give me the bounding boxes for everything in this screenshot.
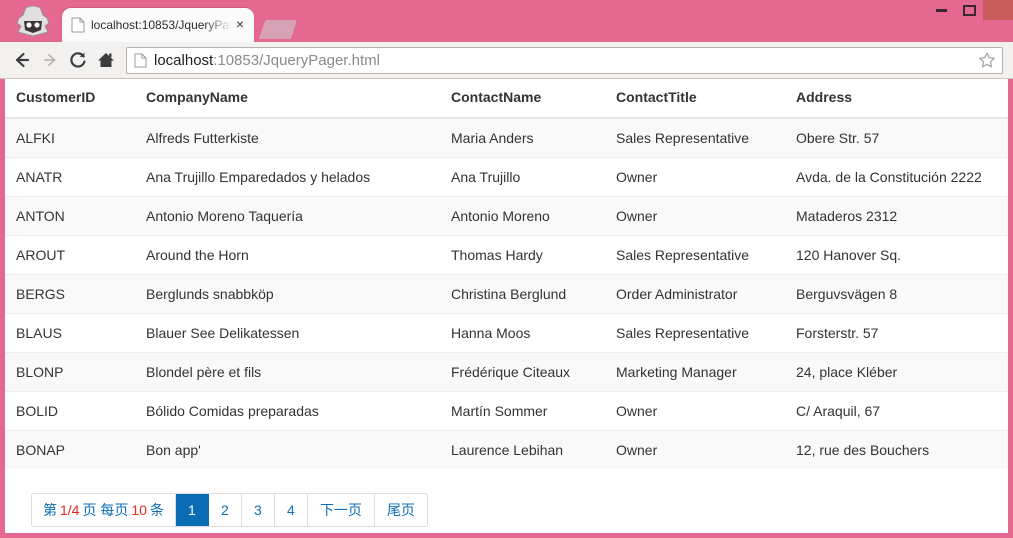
browser-window: localhost:10853/JqueryPag ×	[0, 0, 1013, 538]
forward-arrow-icon[interactable]	[36, 46, 64, 74]
cell-contacttitle: Owner	[605, 431, 785, 470]
cell-customerid: ANTON	[5, 197, 135, 236]
table-row: ALFKI Alfreds Futterkiste Maria Anders S…	[5, 118, 1008, 158]
cell-companyname: Berglunds snabbköp	[135, 275, 440, 314]
pagination-next-button[interactable]: 下一页	[308, 494, 375, 526]
column-header-contacttitle: ContactTitle	[605, 79, 785, 118]
maximize-icon[interactable]	[955, 0, 983, 20]
cell-companyname: Blauer See Delikatessen	[135, 314, 440, 353]
minimize-icon[interactable]	[927, 0, 955, 20]
cell-companyname: Ana Trujillo Emparedados y helados	[135, 158, 440, 197]
cell-address: Forsterstr. 57	[785, 314, 1008, 353]
cell-contacttitle: Owner	[605, 158, 785, 197]
window-controls	[927, 0, 1013, 20]
close-icon[interactable]	[983, 0, 1013, 20]
cell-contactname: Antonio Moreno	[440, 197, 605, 236]
cell-customerid: BONAP	[5, 431, 135, 470]
table-row: BOLID Bólido Comidas preparadas Martín S…	[5, 392, 1008, 431]
cell-companyname: Bólido Comidas preparadas	[135, 392, 440, 431]
page-icon	[134, 53, 147, 68]
cell-customerid: BOLID	[5, 392, 135, 431]
cell-address: C/ Araquil, 67	[785, 392, 1008, 431]
home-icon[interactable]	[92, 46, 120, 74]
back-arrow-icon[interactable]	[8, 46, 36, 74]
cell-customerid: ANATR	[5, 158, 135, 197]
reload-icon[interactable]	[64, 46, 92, 74]
table-row: BERGS Berglunds snabbköp Christina Bergl…	[5, 275, 1008, 314]
customers-table: CustomerID CompanyName ContactName Conta…	[5, 79, 1008, 469]
cell-contactname: Maria Anders	[440, 118, 605, 158]
cell-contacttitle: Sales Representative	[605, 118, 785, 158]
cell-contactname: Christina Berglund	[440, 275, 605, 314]
cell-contacttitle: Sales Representative	[605, 314, 785, 353]
pagination-info-suffix: 条	[150, 500, 164, 520]
pagination-page-4[interactable]: 4	[275, 494, 308, 526]
column-header-customerid: CustomerID	[5, 79, 135, 118]
table-row: BLONP Blondel père et fils Frédérique Ci…	[5, 353, 1008, 392]
cell-contactname: Laurence Lebihan	[440, 431, 605, 470]
table-row: ANATR Ana Trujillo Emparedados y helados…	[5, 158, 1008, 197]
cell-address: Avda. de la Constitución 2222	[785, 158, 1008, 197]
cell-companyname: Around the Horn	[135, 236, 440, 275]
star-icon[interactable]	[978, 51, 996, 69]
column-header-address: Address	[785, 79, 1008, 118]
table-row: BONAP Bon app' Laurence Lebihan Owner 12…	[5, 431, 1008, 470]
address-bar-text[interactable]: localhost:10853/JqueryPager.html	[154, 52, 978, 69]
cell-contactname: Ana Trujillo	[440, 158, 605, 197]
tab-title: localhost:10853/JqueryPag	[91, 18, 232, 32]
pagination-info: 第 1/4 页 每页 10 条	[32, 494, 176, 526]
browser-tab[interactable]: localhost:10853/JqueryPag ×	[62, 8, 254, 42]
column-header-companyname: CompanyName	[135, 79, 440, 118]
cell-address: 120 Hanover Sq.	[785, 236, 1008, 275]
cell-customerid: BERGS	[5, 275, 135, 314]
pagination: 第 1/4 页 每页 10 条 1 2 3 4 下一页 尾页	[31, 493, 428, 527]
pagination-page-1[interactable]: 1	[176, 494, 209, 526]
pagination-current-of-total: 1/4	[60, 502, 79, 518]
cell-address: Berguvsvägen 8	[785, 275, 1008, 314]
cell-customerid: ALFKI	[5, 118, 135, 158]
cell-customerid: AROUT	[5, 236, 135, 275]
cell-contacttitle: Marketing Manager	[605, 353, 785, 392]
cell-address: 12, rue des Bouchers	[785, 431, 1008, 470]
cell-contactname: Frédérique Citeaux	[440, 353, 605, 392]
cell-companyname: Blondel père et fils	[135, 353, 440, 392]
page-icon	[71, 17, 85, 33]
new-tab-button[interactable]	[259, 20, 297, 39]
cell-contactname: Martín Sommer	[440, 392, 605, 431]
cell-contacttitle: Order Administrator	[605, 275, 785, 314]
table-row: AROUT Around the Horn Thomas Hardy Sales…	[5, 236, 1008, 275]
pagination-page-2[interactable]: 2	[209, 494, 242, 526]
address-path: :10853/JqueryPager.html	[213, 52, 380, 69]
browser-toolbar: localhost:10853/JqueryPager.html	[0, 42, 1013, 79]
cell-companyname: Antonio Moreno Taquería	[135, 197, 440, 236]
cell-contacttitle: Sales Representative	[605, 236, 785, 275]
cell-contacttitle: Owner	[605, 392, 785, 431]
cell-customerid: BLONP	[5, 353, 135, 392]
cell-companyname: Alfreds Futterkiste	[135, 118, 440, 158]
pagination-last-button[interactable]: 尾页	[375, 494, 427, 526]
cell-contactname: Hanna Moos	[440, 314, 605, 353]
pagination-info-middle: 页 每页	[82, 500, 128, 520]
table-row: BLAUS Blauer See Delikatessen Hanna Moos…	[5, 314, 1008, 353]
address-host: localhost	[154, 52, 213, 69]
pagination-info-prefix: 第	[43, 500, 57, 520]
cell-customerid: BLAUS	[5, 314, 135, 353]
tab-strip: localhost:10853/JqueryPag ×	[0, 0, 1013, 42]
cell-contacttitle: Owner	[605, 197, 785, 236]
pagination-page-3[interactable]: 3	[242, 494, 275, 526]
cell-companyname: Bon app'	[135, 431, 440, 470]
pagination-page-size: 10	[131, 502, 147, 518]
cell-address: Obere Str. 57	[785, 118, 1008, 158]
column-header-contactname: ContactName	[440, 79, 605, 118]
table-row: ANTON Antonio Moreno Taquería Antonio Mo…	[5, 197, 1008, 236]
browser-logo-icon	[12, 6, 54, 38]
cell-address: Mataderos 2312	[785, 197, 1008, 236]
cell-address: 24, place Kléber	[785, 353, 1008, 392]
page-viewport: CustomerID CompanyName ContactName Conta…	[5, 79, 1008, 533]
table-header-row: CustomerID CompanyName ContactName Conta…	[5, 79, 1008, 118]
tab-close-icon[interactable]: ×	[232, 17, 248, 33]
address-bar[interactable]: localhost:10853/JqueryPager.html	[126, 47, 1003, 74]
cell-contactname: Thomas Hardy	[440, 236, 605, 275]
